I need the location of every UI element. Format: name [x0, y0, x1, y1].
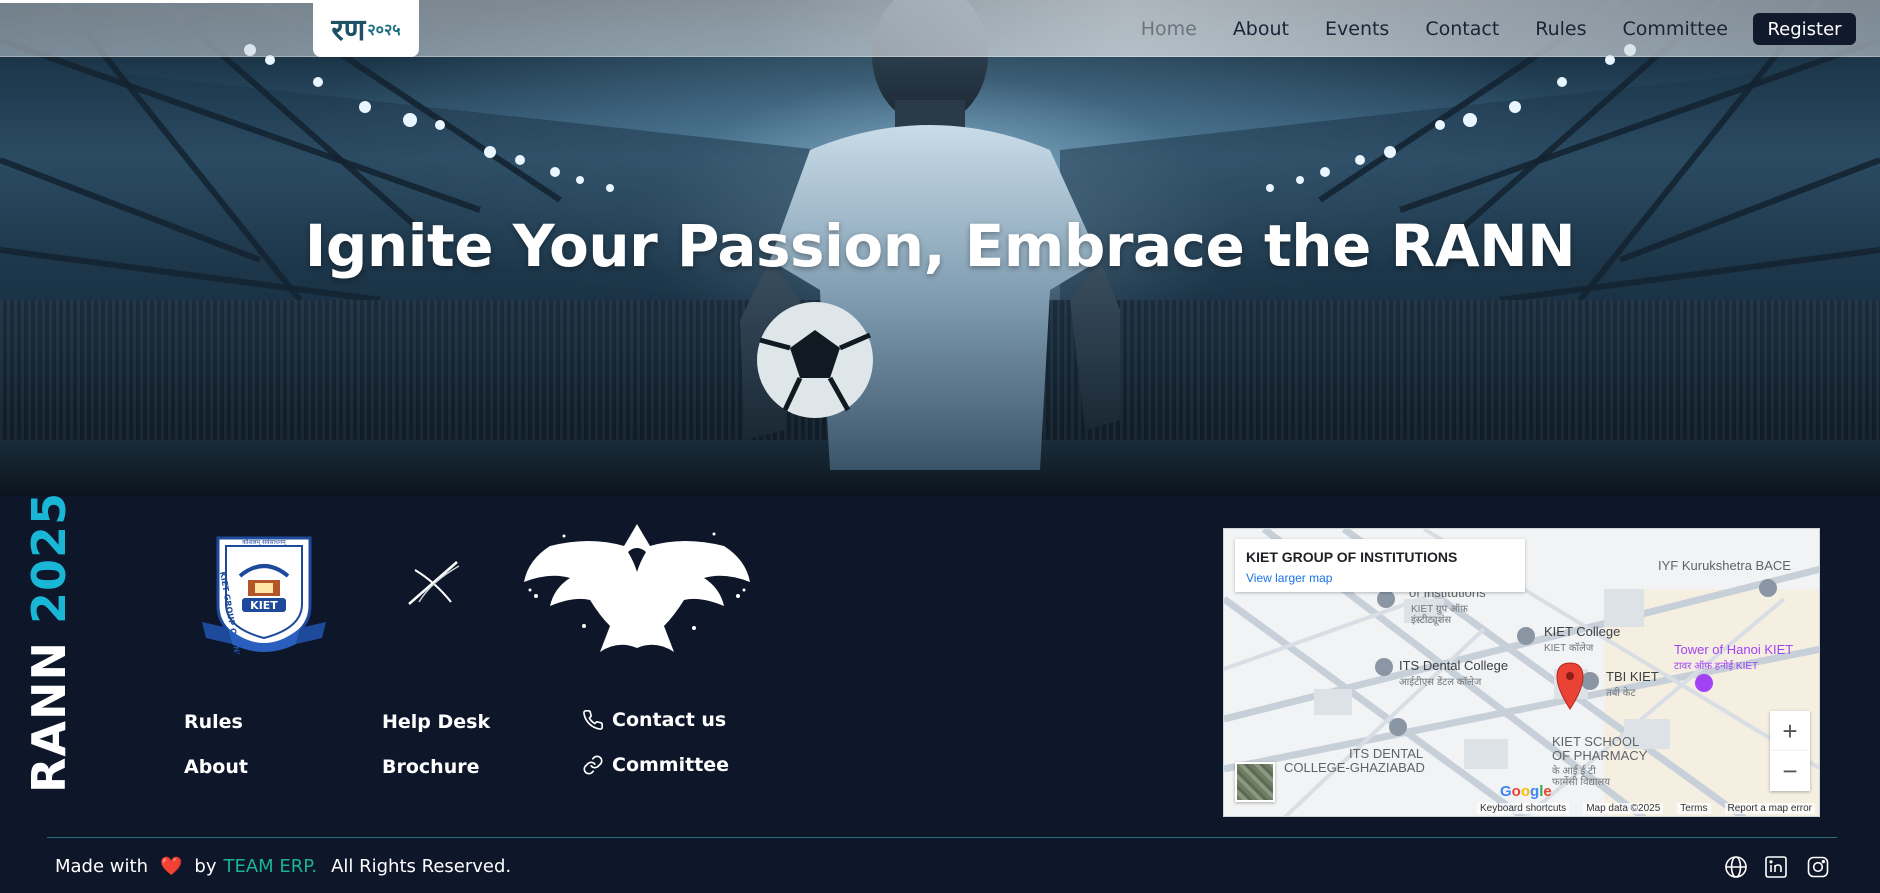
made-with-text: Made with: [55, 856, 148, 877]
map-label-pharmacy-1: KIET SCHOOL: [1552, 734, 1640, 749]
kiet-logo: KIET कौशलम् सर्वसाधनम् KIET GROUP OF INS…: [202, 536, 326, 654]
map-data-credit: Map data ©2025: [1583, 802, 1664, 814]
nav-link-about[interactable]: About: [1215, 18, 1307, 40]
navbar-top-accent: [0, 0, 313, 3]
map-label-its-dental-gz-2: COLLEGE-GHAZIABAD: [1284, 760, 1425, 775]
vertical-brand: RANN 2025: [22, 491, 76, 793]
site-logo[interactable]: रण २०२५: [313, 0, 419, 57]
map-sub-its-dental: आईटीएस डेंटल कॉलेज: [1399, 677, 1482, 688]
footer-link-rules[interactable]: Rules: [184, 711, 243, 733]
nav-links: Home About Events Contact Rules Committe…: [1123, 0, 1746, 57]
map-sub-tower: टावर ऑफ़ हनोई KIET: [1674, 661, 1759, 672]
embedded-map[interactable]: of Institutions KIET ग्रुप ऑफ़ इंस्टीट्य…: [1223, 528, 1820, 817]
team-erp-link[interactable]: TEAM ERP.: [223, 856, 317, 877]
committee-label: Committee: [612, 754, 730, 776]
logo-year-text: २०२५: [367, 19, 401, 39]
kiet-logo-text: KIET: [250, 599, 278, 612]
contact-us-label: Contact us: [612, 709, 727, 731]
link-icon: [583, 755, 603, 775]
hero-title: Ignite Your Passion, Embrace the RANN: [304, 212, 1576, 280]
map-sub-pharmacy-4: फार्मेसी विद्यालय: [1552, 777, 1611, 788]
map-label-iyf: IYF Kurukshetra BACE: [1658, 558, 1791, 573]
map-terms[interactable]: Terms: [1677, 802, 1711, 814]
copyright: Made with ❤️ by TEAM ERP. All Rights Res…: [55, 856, 511, 877]
map-label-tower: Tower of Hanoi KIET: [1674, 642, 1794, 657]
nav-link-committee[interactable]: Committee: [1605, 18, 1746, 40]
google-logo: Google: [1500, 783, 1552, 800]
footer-link-committee[interactable]: Committee: [582, 754, 729, 776]
map-sub-of-institutions-2: इंस्टीट्यूशंस: [1411, 615, 1452, 626]
map-place-card: KIET GROUP OF INSTITUTIONS View larger m…: [1235, 539, 1525, 592]
register-button[interactable]: Register: [1753, 13, 1856, 45]
map-sub-kiet-college: KIET कॉलेज: [1544, 643, 1594, 654]
collab-x-icon: [408, 561, 460, 605]
by-text: by: [194, 856, 217, 877]
heart-icon: ❤️: [159, 856, 183, 877]
map-label-its-dental: ITS Dental College: [1399, 658, 1509, 673]
map-keyboard-shortcuts[interactable]: Keyboard shortcuts: [1477, 802, 1570, 814]
nav-link-rules[interactable]: Rules: [1517, 18, 1604, 40]
globe-icon[interactable]: [1723, 854, 1749, 880]
vertical-brand-rann: RANN: [22, 640, 76, 793]
map-label-kiet-college: KIET College: [1544, 624, 1621, 639]
footer-link-about[interactable]: About: [184, 756, 248, 778]
navbar: रण २०२५ Home About Events Contact Rules …: [0, 0, 1880, 57]
map-label-its-dental-gz-1: ITS DENTAL: [1349, 746, 1424, 761]
linkedin-icon[interactable]: [1763, 854, 1789, 880]
map-sub-tbi-kiet: तबी केट: [1606, 688, 1636, 699]
map-zoom-in-button[interactable]: +: [1770, 711, 1810, 751]
footer: RANN 2025 KIET कौशलम् सर्वसाधनम् KIET GR…: [0, 491, 1880, 893]
footer-link-brochure[interactable]: Brochure: [382, 756, 479, 778]
instagram-icon[interactable]: [1805, 854, 1831, 880]
satellite-toggle[interactable]: [1235, 762, 1275, 802]
hero-banner: Ignite Your Passion, Embrace the RANN: [0, 0, 1880, 496]
kiet-logo-motto: कौशलम् सर्वसाधनम्: [242, 538, 286, 546]
footer-divider: [47, 837, 1837, 838]
map-report-error[interactable]: Report a map error: [1724, 802, 1815, 814]
rights-text: All Rights Reserved.: [331, 856, 512, 877]
nav-link-contact[interactable]: Contact: [1407, 18, 1517, 40]
map-card-title: KIET GROUP OF INSTITUTIONS: [1246, 549, 1458, 565]
map-attribution: Keyboard shortcuts Map data ©2025 Terms …: [1224, 800, 1819, 816]
map-label-pharmacy-2: OF PHARMACY: [1552, 748, 1648, 763]
map-label-tbi-kiet: TBI KIET: [1606, 669, 1659, 684]
phone-icon: [583, 710, 603, 730]
logo-main-text: रण: [331, 13, 366, 48]
eagle-logo: [524, 524, 750, 652]
map-zoom-out-button[interactable]: −: [1770, 751, 1810, 791]
vertical-brand-year: 2025: [22, 491, 76, 624]
view-larger-map-link[interactable]: View larger map: [1246, 571, 1332, 585]
nav-link-events[interactable]: Events: [1307, 18, 1407, 40]
footer-link-help-desk[interactable]: Help Desk: [382, 711, 490, 733]
nav-link-home[interactable]: Home: [1123, 18, 1215, 40]
footer-link-contact-us[interactable]: Contact us: [582, 709, 726, 731]
